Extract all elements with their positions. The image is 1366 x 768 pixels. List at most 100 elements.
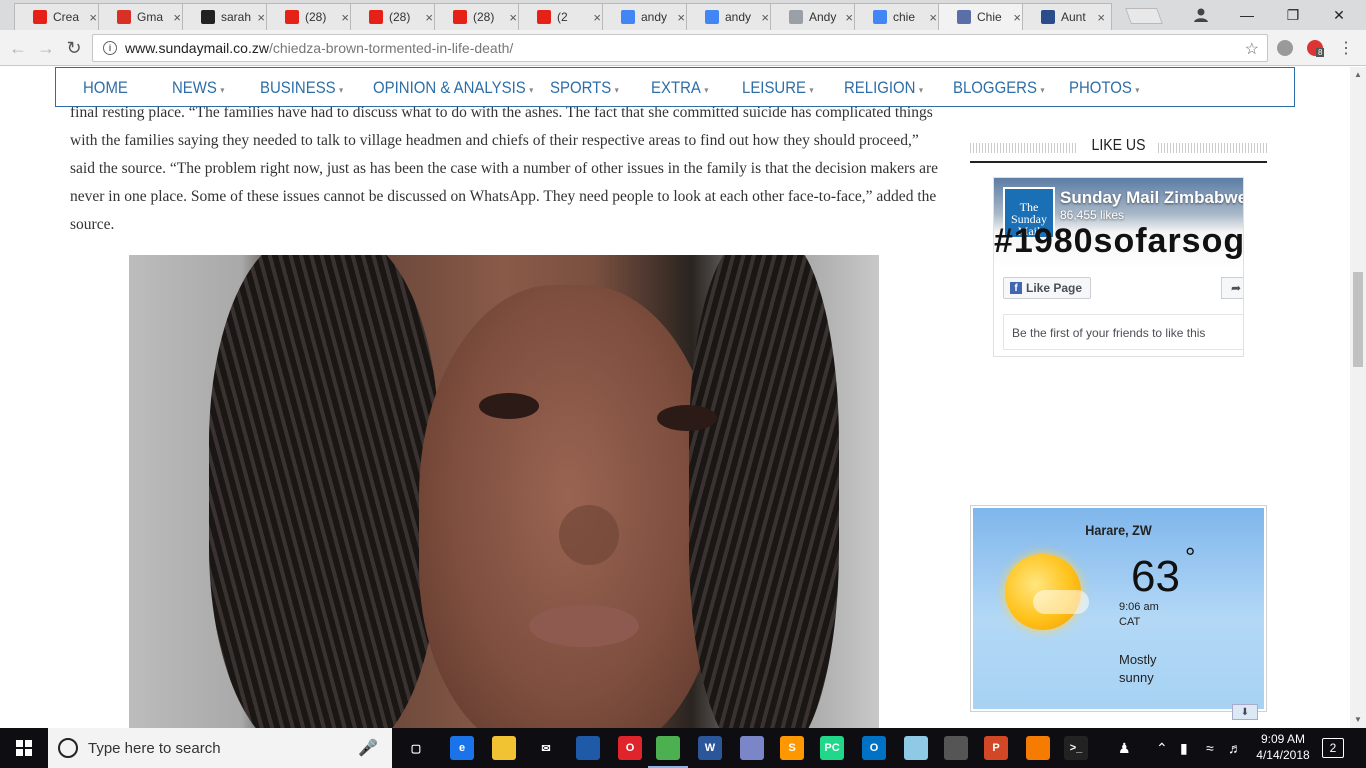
- volume-icon[interactable]: ♬: [1228, 728, 1242, 768]
- pycharm-icon[interactable]: PC: [820, 736, 844, 760]
- extension-icon[interactable]: [1277, 40, 1293, 56]
- menu-icon[interactable]: ⋮: [1334, 36, 1358, 60]
- browser-tab[interactable]: chie ×: [854, 3, 944, 30]
- browser-tab[interactable]: Gma ×: [98, 3, 188, 30]
- nav-item-news[interactable]: NEWS ▾: [172, 78, 224, 98]
- page-scrollbar[interactable]: ▲ ▼: [1350, 67, 1366, 728]
- nav-item-sports[interactable]: SPORTS ▾: [550, 78, 619, 98]
- microphone-icon[interactable]: 🎤: [358, 738, 378, 758]
- article-body: final resting place. “The families have …: [70, 99, 940, 239]
- close-tab-icon[interactable]: ×: [845, 10, 853, 25]
- battery-icon[interactable]: ▮: [1180, 728, 1188, 768]
- reload-button[interactable]: ↻: [62, 36, 86, 60]
- close-tab-icon[interactable]: ×: [1097, 10, 1105, 25]
- download-icon[interactable]: ⬇: [1232, 704, 1258, 720]
- back-button[interactable]: ←: [6, 36, 30, 60]
- windows-taskbar: Type here to search 🎤 ▢ e ✉ O W S PC O P >_ ♟ ⌃ ▮…: [0, 728, 1366, 768]
- share-button[interactable]: ➦: [1221, 277, 1243, 299]
- terminal-icon[interactable]: >_: [1064, 736, 1088, 760]
- scroll-up-icon[interactable]: ▲: [1354, 70, 1362, 79]
- nav-item-photos[interactable]: PHOTOS ▾: [1069, 78, 1139, 98]
- sublime-icon[interactable]: S: [780, 736, 804, 760]
- notepad-icon[interactable]: [904, 736, 928, 760]
- google-icon: [705, 10, 719, 24]
- extension-badge-icon[interactable]: 8: [1307, 40, 1325, 57]
- action-center-icon[interactable]: 2: [1322, 738, 1344, 758]
- forward-button[interactable]: →: [34, 36, 58, 60]
- people-icon[interactable]: ♟: [1118, 728, 1131, 768]
- browser-tab[interactable]: Andy ×: [770, 3, 860, 30]
- gmail-icon: [117, 10, 131, 24]
- youtube-icon: [369, 10, 383, 24]
- dropdown-caret-icon: ▾: [339, 85, 344, 95]
- photos-icon[interactable]: [944, 736, 968, 760]
- close-tab-icon[interactable]: ×: [89, 10, 97, 25]
- paint-icon[interactable]: [740, 736, 764, 760]
- info-icon[interactable]: i: [103, 41, 117, 55]
- github-icon: [201, 10, 215, 24]
- outlook-icon[interactable]: O: [862, 736, 886, 760]
- browser-tab[interactable]: (28) ×: [434, 3, 524, 30]
- taskbar-clock[interactable]: 9:09 AM 4/14/2018: [1250, 731, 1316, 763]
- nav-item-opinion-analysis[interactable]: OPINION & ANALYSIS ▾: [373, 78, 533, 98]
- taskbar-search[interactable]: Type here to search 🎤: [48, 728, 392, 768]
- friends-like-text: Be the first of your friends to like thi…: [1003, 314, 1243, 350]
- browser-tab[interactable]: sarah ×: [182, 3, 272, 30]
- close-tab-icon[interactable]: ×: [173, 10, 181, 25]
- close-window-button[interactable]: ✕: [1316, 0, 1362, 30]
- close-tab-icon[interactable]: ×: [929, 10, 937, 25]
- close-tab-icon[interactable]: ×: [677, 10, 685, 25]
- nav-item-extra[interactable]: EXTRA ▾: [651, 78, 708, 98]
- powerpoint-icon[interactable]: P: [984, 736, 1008, 760]
- like-page-button[interactable]: f Like Page: [1003, 277, 1091, 299]
- chrome-icon[interactable]: [656, 736, 680, 760]
- tab-title: (28): [305, 10, 327, 24]
- nav-item-bloggers[interactable]: BLOGGERS ▾: [953, 78, 1044, 98]
- google-icon: [873, 10, 887, 24]
- nav-item-label: NEWS: [172, 78, 217, 97]
- browser-tab[interactable]: andy ×: [602, 3, 692, 30]
- edge-icon[interactable]: e: [450, 736, 474, 760]
- facebook-page-name[interactable]: Sunday Mail Zimbabwe: [1060, 188, 1243, 208]
- browser-tab[interactable]: (2 ×: [518, 3, 608, 30]
- wifi-icon[interactable]: ≈: [1206, 728, 1214, 768]
- close-tab-icon[interactable]: ×: [761, 10, 769, 25]
- opera-icon[interactable]: O: [618, 736, 642, 760]
- close-tab-icon[interactable]: ×: [1013, 10, 1021, 25]
- browser-tab[interactable]: andy ×: [686, 3, 776, 30]
- close-tab-icon[interactable]: ×: [257, 10, 265, 25]
- nav-item-leisure[interactable]: LEISURE ▾: [742, 78, 814, 98]
- nav-item-business[interactable]: BUSINESS ▾: [260, 78, 343, 98]
- file-explorer-icon[interactable]: [492, 736, 516, 760]
- scroll-down-icon[interactable]: ▼: [1354, 715, 1362, 724]
- browser-tab[interactable]: Crea ×: [14, 3, 104, 30]
- close-tab-icon[interactable]: ×: [509, 10, 517, 25]
- restore-button[interactable]: ❐: [1270, 0, 1316, 30]
- mail-icon[interactable]: ✉: [534, 736, 558, 760]
- start-button[interactable]: [0, 728, 48, 768]
- search-placeholder: Type here to search: [88, 739, 221, 757]
- task-view-icon[interactable]: ▢: [404, 736, 428, 760]
- weather-temperature: 63: [1131, 552, 1180, 601]
- address-bar[interactable]: i www.sundaymail.co.zw /chiedza-brown-to…: [92, 34, 1268, 62]
- browser-tab[interactable]: Aunt ×: [1022, 3, 1112, 30]
- nav-item-religion[interactable]: RELIGION ▾: [844, 78, 923, 98]
- close-tab-icon[interactable]: ×: [425, 10, 433, 25]
- photoshop-icon[interactable]: [576, 736, 600, 760]
- degree-symbol: °: [1185, 542, 1196, 572]
- browser-tab[interactable]: (28) ×: [266, 3, 356, 30]
- browser-tab[interactable]: Chie ×: [938, 3, 1028, 30]
- close-tab-icon[interactable]: ×: [593, 10, 601, 25]
- minimize-button[interactable]: —: [1224, 0, 1270, 30]
- word-icon[interactable]: W: [698, 736, 722, 760]
- browser-tab[interactable]: (28) ×: [350, 3, 440, 30]
- profile-icon[interactable]: [1178, 0, 1224, 30]
- scrollbar-thumb[interactable]: [1353, 272, 1363, 367]
- new-tab-button[interactable]: [1125, 8, 1163, 24]
- close-tab-icon[interactable]: ×: [341, 10, 349, 25]
- nav-item-home[interactable]: HOME: [83, 78, 128, 98]
- bookmark-star-icon[interactable]: ☆: [1245, 39, 1259, 59]
- vlc-icon[interactable]: [1026, 736, 1050, 760]
- youtube-icon: [537, 10, 551, 24]
- show-hidden-icons[interactable]: ⌃: [1156, 728, 1168, 768]
